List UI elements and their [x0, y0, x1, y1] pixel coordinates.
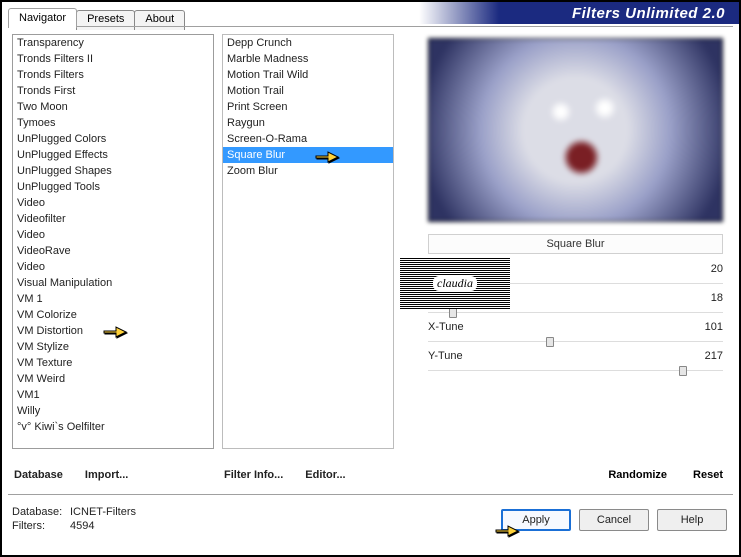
current-filter-name: Square Blur	[428, 234, 723, 254]
editor-button[interactable]: Editor...	[305, 469, 345, 481]
list-item[interactable]: VM Texture	[13, 355, 213, 371]
list-item[interactable]: Tronds First	[13, 83, 213, 99]
list-item[interactable]: Screen-O-Rama	[223, 131, 393, 147]
list-item[interactable]: Tronds Filters II	[13, 51, 213, 67]
tab-underline	[8, 26, 733, 27]
filters-listbox[interactable]: Depp CrunchMarble MadnessMotion Trail Wi…	[222, 34, 394, 449]
list-item[interactable]: Motion Trail Wild	[223, 67, 393, 83]
import-button[interactable]: Import...	[85, 469, 128, 481]
param-slider[interactable]	[428, 363, 723, 377]
tab-about[interactable]: About	[134, 10, 185, 30]
list-item[interactable]: VM Colorize	[13, 307, 213, 323]
list-item[interactable]: Willy	[13, 403, 213, 419]
list-item[interactable]: VM Weird	[13, 371, 213, 387]
list-item[interactable]: UnPlugged Effects	[13, 147, 213, 163]
footer-divider	[8, 494, 733, 495]
filters-actions: Filter Info... Editor...	[224, 469, 392, 481]
list-item[interactable]: VM 1	[13, 291, 213, 307]
list-item[interactable]: UnPlugged Tools	[13, 179, 213, 195]
param-label: X-Tune	[428, 321, 683, 333]
list-item[interactable]: Video	[13, 259, 213, 275]
list-item[interactable]: Motion Trail	[223, 83, 393, 99]
reset-button[interactable]: Reset	[693, 469, 723, 481]
database-button[interactable]: Database	[14, 469, 63, 481]
param-label: Y-Tune	[428, 350, 683, 362]
list-item[interactable]: Transparency	[13, 35, 213, 51]
list-item[interactable]: Videofilter	[13, 211, 213, 227]
tab-navigator[interactable]: Navigator	[8, 8, 77, 28]
param-value: 20	[683, 263, 723, 275]
title-bar: Filters Unlimited 2.0	[419, 2, 739, 24]
param-value: 101	[683, 321, 723, 333]
list-item[interactable]: VM1	[13, 387, 213, 403]
right-actions: Randomize Reset	[608, 469, 723, 481]
list-item[interactable]: VM Distortion	[13, 323, 213, 339]
randomize-button[interactable]: Randomize	[608, 469, 667, 481]
preview-image	[428, 38, 723, 222]
param-slider[interactable]	[428, 334, 723, 348]
list-item[interactable]: Tronds Filters	[13, 67, 213, 83]
list-item[interactable]: °v° Kiwi`s Oelfilter	[13, 419, 213, 435]
list-item[interactable]: Square Blur	[223, 147, 393, 163]
param-value: 217	[683, 350, 723, 362]
tab-strip: Navigator Presets About	[8, 8, 184, 28]
list-item[interactable]: Print Screen	[223, 99, 393, 115]
list-item[interactable]: Marble Madness	[223, 51, 393, 67]
footer: Database:ICNET-Filters Filters:4594 Appl…	[10, 499, 731, 549]
list-item[interactable]: Zoom Blur	[223, 163, 393, 179]
list-item[interactable]: VideoRave	[13, 243, 213, 259]
dialog-buttons: Apply Cancel Help	[501, 509, 727, 531]
categories-listbox[interactable]: TransparencyTronds Filters IITronds Filt…	[12, 34, 214, 449]
list-item[interactable]: Two Moon	[13, 99, 213, 115]
list-item[interactable]: Raygun	[223, 115, 393, 131]
app-title: Filters Unlimited 2.0	[572, 5, 725, 22]
list-item[interactable]: Video	[13, 195, 213, 211]
list-item[interactable]: Depp Crunch	[223, 35, 393, 51]
categories-column: TransparencyTronds Filters IITronds Filt…	[8, 30, 218, 489]
list-item[interactable]: Video	[13, 227, 213, 243]
main-area: TransparencyTronds Filters IITronds Filt…	[8, 30, 733, 489]
list-item[interactable]: Tymoes	[13, 115, 213, 131]
param-value: 18	[683, 292, 723, 304]
tab-presets[interactable]: Presets	[76, 10, 135, 30]
list-item[interactable]: Visual Manipulation	[13, 275, 213, 291]
categories-actions: Database Import...	[14, 469, 212, 481]
help-button[interactable]: Help	[657, 509, 727, 531]
param-row: X-Tune101	[428, 320, 723, 334]
cancel-button[interactable]: Cancel	[579, 509, 649, 531]
list-item[interactable]: UnPlugged Colors	[13, 131, 213, 147]
filter-info-button[interactable]: Filter Info...	[224, 469, 283, 481]
list-item[interactable]: UnPlugged Shapes	[13, 163, 213, 179]
status-text: Database:ICNET-Filters Filters:4594	[12, 505, 136, 533]
watermark: claudia	[400, 257, 510, 309]
filters-column: Depp CrunchMarble MadnessMotion Trail Wi…	[218, 30, 398, 489]
apply-button[interactable]: Apply	[501, 509, 571, 531]
list-item[interactable]: VM Stylize	[13, 339, 213, 355]
param-row: Y-Tune217	[428, 349, 723, 363]
